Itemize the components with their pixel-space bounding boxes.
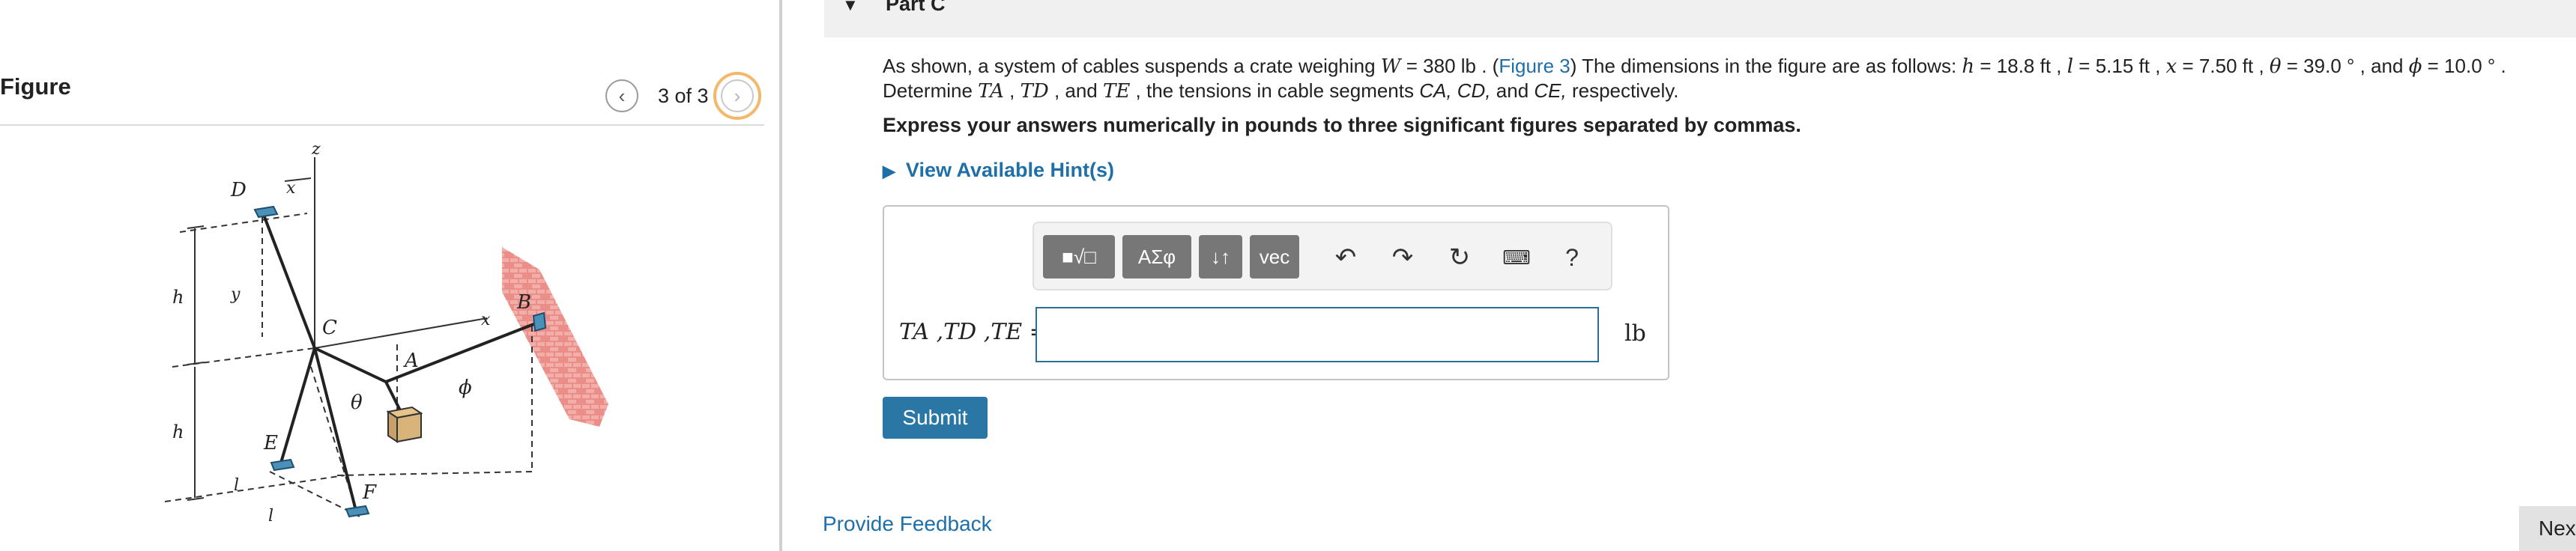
answer-input[interactable]: [1035, 307, 1599, 362]
submit-button[interactable]: Submit: [883, 397, 988, 439]
label-x-axis: x: [481, 311, 491, 329]
label-y: y: [230, 285, 241, 304]
crate: [386, 406, 423, 443]
caret-down-icon[interactable]: ▼: [842, 0, 859, 15]
keyboard-icon[interactable]: ⌨: [1496, 237, 1538, 278]
label-h1: h: [172, 287, 184, 308]
label-z: z: [311, 142, 321, 159]
answer-instruction: Express your answers numerically in poun…: [883, 114, 1801, 136]
brick-wall: [502, 247, 608, 427]
answer-label: TA ,TD ,TE =: [899, 319, 1048, 345]
label-A: A: [403, 350, 419, 372]
vector-button[interactable]: vec: [1250, 235, 1299, 278]
templates-button[interactable]: ■√□: [1043, 235, 1115, 278]
figure-link[interactable]: Figure 3: [1499, 55, 1570, 77]
label-E: E: [263, 432, 278, 454]
label-l1: l: [234, 476, 239, 495]
chevron-right-icon: ›: [734, 84, 741, 107]
part-title: Part C: [886, 0, 946, 15]
subscript-superscript-button[interactable]: ↓↑: [1199, 235, 1242, 278]
label-x-dim: x: [286, 179, 296, 198]
chevron-left-icon: ‹: [618, 84, 626, 107]
panel-divider: [779, 0, 782, 551]
part-header[interactable]: [824, 0, 2576, 37]
figure-panel: Figure ‹ 3 of 3 › D z x y h h C A B x θ …: [0, 0, 779, 551]
provide-feedback-link[interactable]: Provide Feedback: [823, 512, 992, 536]
figure-title: Figure: [0, 73, 71, 100]
view-hints-toggle[interactable]: ▶ View Available Hint(s): [883, 159, 1114, 182]
label-theta: θ: [351, 392, 363, 414]
figure-counter: 3 of 3: [658, 85, 709, 107]
greek-symbols-button[interactable]: ΑΣφ: [1122, 235, 1191, 278]
problem-statement: As shown, a system of cables suspends a …: [883, 55, 2506, 103]
caret-right-icon: ▶: [883, 162, 895, 180]
reset-icon[interactable]: ↻: [1439, 237, 1481, 278]
undo-icon[interactable]: ↶: [1325, 237, 1367, 278]
label-l2: l: [268, 507, 273, 526]
label-D: D: [230, 179, 247, 201]
label-F: F: [362, 481, 377, 504]
next-button[interactable]: Nex: [2519, 506, 2576, 551]
answer-unit: lb: [1624, 320, 1646, 347]
cable-system-diagram: D z x y h h C A B x θ ϕ E F l l: [164, 142, 608, 526]
next-figure-button[interactable]: ›: [721, 79, 754, 112]
label-phi: ϕ: [459, 377, 472, 399]
label-B: B: [516, 291, 531, 314]
label-C: C: [322, 317, 337, 339]
redo-icon[interactable]: ↷: [1382, 237, 1424, 278]
figure-header-divider: [0, 124, 764, 126]
label-h2: h: [172, 421, 184, 442]
previous-figure-button[interactable]: ‹: [605, 79, 638, 112]
math-toolbar: ■√□ ΑΣφ ↓↑ vec ↶ ↷ ↻ ⌨ ?: [1032, 222, 1612, 290]
help-button[interactable]: ?: [1551, 237, 1593, 278]
